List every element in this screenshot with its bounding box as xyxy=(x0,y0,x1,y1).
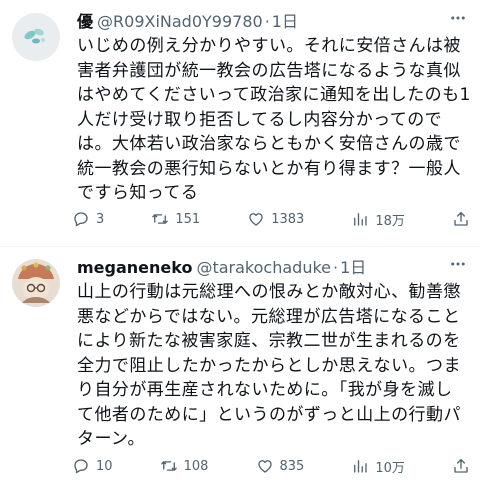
reply-count: 10 xyxy=(96,458,113,474)
retweet-count: 151 xyxy=(175,211,201,227)
tweet-text-line: は。大体若い政治家ならともかく安倍さんの歳で xyxy=(77,134,461,154)
heart-icon xyxy=(257,460,272,473)
tweet-text-line: はやめてくださいって政治家に通知を出したのも1 xyxy=(77,85,471,105)
share-icon xyxy=(454,211,468,226)
retweet-button[interactable]: 151 xyxy=(151,210,200,228)
more-icon[interactable] xyxy=(446,6,470,30)
tweet-text-line: 統一教会の悪行知らないとか有り得ます？一般人 xyxy=(77,158,461,179)
more-icon[interactable] xyxy=(446,252,470,276)
tweet-text-line: て他者のために」というのがずっと山上の行動パ xyxy=(77,404,461,425)
tweet-text: 山上の行動は元総理への恨みとか敵対心、勧善懲 悪などからではない。元総理が広告塔… xyxy=(77,280,472,452)
retweet-count: 108 xyxy=(183,458,209,474)
share-button[interactable] xyxy=(452,457,470,475)
tweet-text-line: いじめの例え分かりやすい。それに安倍さんは被 xyxy=(77,36,461,56)
tweet-text-line: 悪などからではない。元総理が広告塔になること xyxy=(77,306,461,327)
like-button[interactable]: 1383 xyxy=(247,210,304,228)
tweet-text-line: り自分が再生産されないために。「我が身を滅し xyxy=(77,380,453,400)
tweet-text-line: 害者弁護団が統一教会の広告塔になるような真似 xyxy=(77,60,461,81)
views-count: 10万 xyxy=(375,460,405,476)
share-button[interactable] xyxy=(452,210,470,228)
reply-button[interactable]: 10 xyxy=(72,457,113,475)
views-button[interactable]: 18万 xyxy=(351,210,405,229)
like-count: 835 xyxy=(279,458,305,474)
tweet-text-line: 山上の行動は元総理への恨みとか敵対心、勧善懲 xyxy=(77,282,461,302)
tweet-actions: 3 151 1383 18万 xyxy=(72,207,470,231)
avatar[interactable] xyxy=(12,259,60,307)
like-button[interactable]: 835 xyxy=(256,457,305,475)
retweet-icon xyxy=(160,461,177,471)
user-handle[interactable]: @R09XiNad0Y99780 xyxy=(97,12,263,31)
tweet-text: いじめの例え分かりやすい。それに安倍さんは被 害者弁護団が統一教会の広告塔になる… xyxy=(77,34,472,206)
views-button[interactable]: 10万 xyxy=(351,457,405,476)
timestamp[interactable]: 1日 xyxy=(272,8,298,32)
tweet[interactable]: 優 @R09XiNad0Y99780 · 1日 いじめの例え分かりやすい。それに… xyxy=(0,0,480,246)
tweet-header: 優 @R09XiNad0Y99780 · 1日 xyxy=(77,8,440,32)
tweet-header: meganeneko @tarakochaduke · 1日 xyxy=(77,254,440,278)
share-icon xyxy=(454,458,468,473)
display-name[interactable]: 優 xyxy=(77,8,93,32)
views-count: 18万 xyxy=(375,213,405,229)
separator-dot: · xyxy=(264,12,270,31)
tweet-actions: 10 108 835 10万 xyxy=(72,454,470,478)
tweet-text-line: 全力で阻止したかったからとしか思えない。つま xyxy=(77,355,461,376)
separator-dot: · xyxy=(333,258,339,277)
reply-icon xyxy=(74,459,88,474)
tweet-text-line: ですら知ってる xyxy=(77,183,199,203)
avatar[interactable] xyxy=(12,13,60,61)
reply-icon xyxy=(74,212,88,227)
tweet[interactable]: meganeneko @tarakochaduke · 1日 山上の行動は元総理… xyxy=(0,246,480,490)
tweet-text-line: 人だけ受け取り拒否してるし内容分かってので xyxy=(77,109,443,130)
heart-icon xyxy=(249,213,263,226)
tweet-text-line: ターン。 xyxy=(77,429,145,449)
reply-count: 3 xyxy=(96,211,105,227)
views-icon xyxy=(354,460,368,473)
retweet-button[interactable]: 108 xyxy=(160,457,209,475)
views-icon xyxy=(354,213,368,226)
display-name[interactable]: meganeneko xyxy=(77,258,192,277)
timestamp[interactable]: 1日 xyxy=(340,254,366,278)
retweet-icon xyxy=(152,214,169,224)
tweet-text-line: により新たな被害家庭、宗教二世が生まれるのを xyxy=(77,331,461,351)
like-count: 1383 xyxy=(271,211,305,227)
reply-button[interactable]: 3 xyxy=(72,210,104,228)
user-handle[interactable]: @tarakochaduke xyxy=(196,258,331,277)
